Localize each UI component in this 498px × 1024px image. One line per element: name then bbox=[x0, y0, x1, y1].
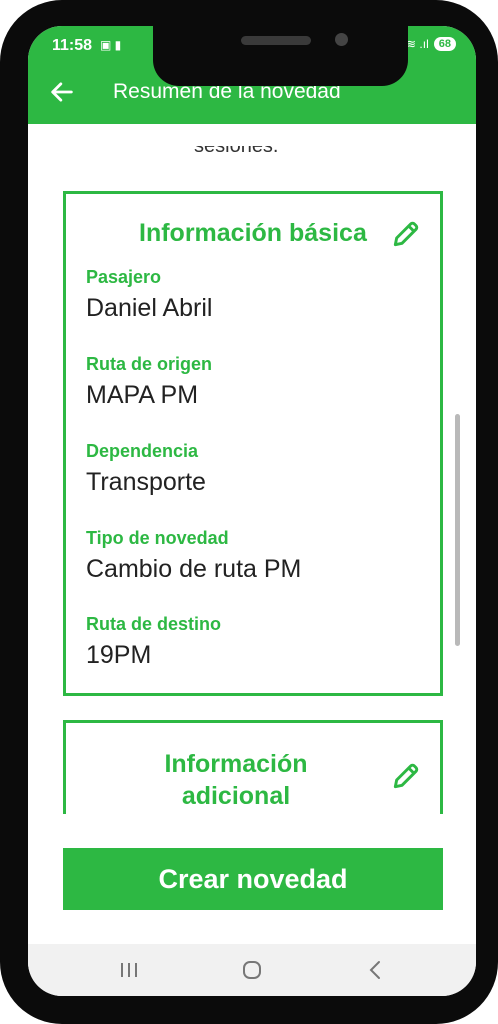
home-icon bbox=[242, 961, 261, 979]
notification-icons: ▣ ▮ bbox=[100, 38, 122, 52]
field-label: Tipo de novedad bbox=[86, 528, 229, 548]
phone-frame: 11:58 ▣ ▮ ≋ .ıl 68 Resumen de la novedad… bbox=[0, 0, 498, 1024]
field-value: MAPA PM bbox=[86, 381, 199, 409]
arrow-left-icon[interactable] bbox=[48, 78, 76, 106]
field-value: Transporte bbox=[86, 468, 206, 496]
additional-info-title: Información adicional bbox=[164, 750, 308, 810]
front-camera bbox=[335, 33, 348, 46]
recent-apps-button[interactable] bbox=[109, 955, 149, 985]
create-novedad-button[interactable]: Crear novedad bbox=[63, 848, 443, 910]
field-dependencia: Dependencia Transporte bbox=[86, 441, 206, 497]
speaker-grille bbox=[241, 36, 311, 45]
system-nav-bar bbox=[28, 944, 476, 996]
status-right-group: ≋ .ıl 68 bbox=[406, 37, 456, 51]
field-ruta-destino: Ruta de destino 19PM bbox=[86, 614, 221, 670]
scroll-content[interactable]: sesiones. Información básica Pasajero Da… bbox=[28, 124, 476, 814]
clipped-text: sesiones. bbox=[194, 146, 279, 156]
recent-apps-icon bbox=[121, 963, 138, 977]
home-button[interactable] bbox=[232, 955, 272, 985]
camera-notch bbox=[153, 26, 408, 86]
field-tipo-novedad: Tipo de novedad Cambio de ruta PM bbox=[86, 528, 301, 584]
scrollbar[interactable] bbox=[455, 414, 460, 646]
back-nav-button[interactable] bbox=[355, 955, 395, 985]
field-label: Dependencia bbox=[86, 441, 199, 461]
field-ruta-origen: Ruta de origen MAPA PM bbox=[86, 354, 212, 410]
pencil-icon[interactable] bbox=[390, 760, 422, 792]
screen: 11:58 ▣ ▮ ≋ .ıl 68 Resumen de la novedad… bbox=[28, 26, 476, 996]
basic-info-card: Información básica Pasajero Daniel Abril… bbox=[63, 191, 443, 696]
status-time: 11:58 bbox=[52, 37, 93, 54]
battery-icon: 68 bbox=[433, 37, 456, 51]
field-value: Cambio de ruta PM bbox=[86, 555, 302, 583]
wifi-signal-icon: ≋ .ıl bbox=[406, 37, 429, 51]
pencil-icon[interactable] bbox=[390, 218, 422, 250]
field-value: Daniel Abril bbox=[86, 294, 213, 322]
basic-info-title: Información básica bbox=[139, 219, 367, 247]
chevron-left-icon bbox=[369, 961, 380, 979]
field-value: 19PM bbox=[86, 641, 152, 669]
field-label: Pasajero bbox=[86, 267, 162, 287]
field-pasajero: Pasajero Daniel Abril bbox=[86, 267, 212, 323]
field-label: Ruta de origen bbox=[86, 354, 213, 374]
field-label: Ruta de destino bbox=[86, 614, 222, 634]
additional-info-card: Información adicional bbox=[63, 720, 443, 814]
